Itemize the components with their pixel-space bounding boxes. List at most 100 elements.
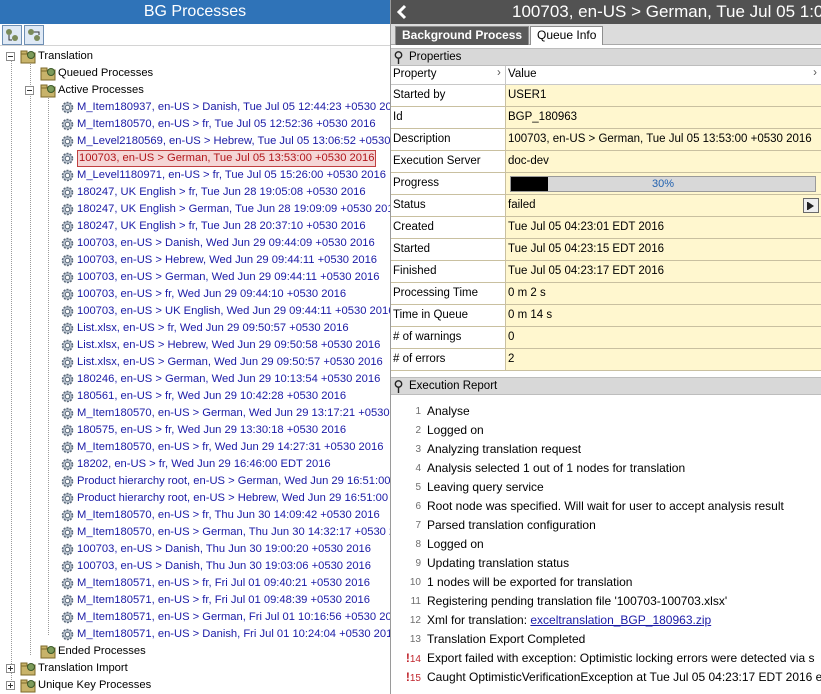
collapse-toggle-icon[interactable]	[25, 86, 34, 95]
tree-label-ended: Ended Processes	[58, 645, 146, 657]
properties-header[interactable]: Properties	[391, 48, 821, 66]
collapse-tree-icon	[28, 29, 40, 41]
properties-section: Properties Property › Value › Started by…	[391, 48, 821, 371]
property-row: Finished Tue Jul 05 04:23:17 EDT 2016	[391, 261, 821, 283]
tab-background-process[interactable]: Background Process	[395, 26, 530, 45]
progress-percent: 30%	[651, 178, 675, 190]
back-button[interactable]	[393, 0, 411, 24]
process-item[interactable]: 100703, en-US > Danish, Thu Jun 30 19:00…	[0, 541, 390, 558]
property-value-text: 0 m 2 s	[508, 287, 546, 299]
process-item[interactable]: M_Item180570, en-US > fr, Wed Jun 29 14:…	[0, 439, 390, 456]
process-item[interactable]: List.xlsx, en-US > German, Wed Jun 29 09…	[0, 354, 390, 371]
process-item[interactable]: Product hierarchy root, en-US > Hebrew, …	[0, 490, 390, 507]
process-item[interactable]: M_Level1180971, en-US > fr, Tue Jul 05 1…	[0, 167, 390, 184]
process-label: 180246, en-US > German, Wed Jun 29 10:13…	[77, 373, 381, 385]
process-gear-icon	[60, 559, 75, 574]
error-marker-icon: !	[405, 670, 410, 684]
process-folder-icon	[40, 83, 56, 98]
process-item[interactable]: List.xlsx, en-US > fr, Wed Jun 29 09:50:…	[0, 320, 390, 337]
process-item[interactable]: 100703, en-US > Danish, Wed Jun 29 09:44…	[0, 235, 390, 252]
process-item[interactable]: 180247, UK English > fr, Tue Jun 28 20:3…	[0, 218, 390, 235]
column-property[interactable]: Property	[393, 68, 436, 80]
property-row: # of errors 2	[391, 349, 821, 371]
process-gear-icon	[60, 372, 75, 387]
process-label: M_Item180571, en-US > fr, Fri Jul 01 09:…	[77, 577, 370, 589]
detail-title: 100703, en-US > German, Tue Jul 05 1:01	[512, 2, 821, 21]
process-label: 100703, en-US > Danish, Thu Jun 30 19:00…	[77, 543, 372, 555]
property-value-text: 2	[508, 353, 515, 365]
process-item[interactable]: List.xlsx, en-US > Hebrew, Wed Jun 29 09…	[0, 337, 390, 354]
process-item[interactable]: M_Level2180569, en-US > Hebrew, Tue Jul …	[0, 133, 390, 150]
process-item[interactable]: 180246, en-US > German, Wed Jun 29 10:13…	[0, 371, 390, 388]
process-item[interactable]: Product hierarchy root, en-US > German, …	[0, 473, 390, 490]
report-link[interactable]: exceltranslation_BGP_180963.zip	[530, 613, 711, 627]
process-item[interactable]: M_Item180571, en-US > German, Fri Jul 01…	[0, 609, 390, 626]
execution-report-header[interactable]: Execution Report	[391, 377, 821, 395]
process-item[interactable]: M_Item180937, en-US > Danish, Tue Jul 05…	[0, 99, 390, 116]
property-value: failed	[506, 195, 821, 216]
property-row: Started by USER1	[391, 85, 821, 107]
process-item[interactable]: 180247, UK English > fr, Tue Jun 28 19:0…	[0, 184, 390, 201]
process-item[interactable]: M_Item180570, en-US > fr, Thu Jun 30 14:…	[0, 507, 390, 524]
process-label: M_Item180571, en-US > fr, Fri Jul 01 09:…	[77, 594, 370, 606]
property-value-text: 0 m 14 s	[508, 309, 553, 321]
process-item[interactable]: 180561, en-US > fr, Wed Jun 29 10:42:28 …	[0, 388, 390, 405]
property-row: Started Tue Jul 05 04:23:15 EDT 2016	[391, 239, 821, 261]
line-number: 9	[415, 558, 421, 569]
expand-toggle-icon[interactable]	[6, 664, 15, 673]
process-label: 100703, en-US > fr, Wed Jun 29 09:44:10 …	[77, 288, 347, 300]
line-number: 3	[415, 444, 421, 455]
line-number: 13	[409, 634, 421, 645]
pin-icon	[394, 380, 403, 393]
process-gear-icon	[60, 168, 75, 183]
expand-tree-button[interactable]	[2, 25, 22, 45]
tree-toolbar	[0, 24, 390, 46]
report-text: Translation Export Completed	[427, 632, 586, 646]
process-item-selected[interactable]: 100703, en-US > German, Tue Jul 05 13:53…	[0, 150, 390, 167]
process-gear-icon	[60, 389, 75, 404]
column-value[interactable]: Value	[508, 68, 537, 80]
process-item[interactable]: 180247, UK English > German, Tue Jun 28 …	[0, 201, 390, 218]
property-value: BGP_180963	[506, 107, 821, 128]
process-item[interactable]: M_Item180570, en-US > German, Thu Jun 30…	[0, 524, 390, 541]
process-item[interactable]: M_Item180571, en-US > fr, Fri Jul 01 09:…	[0, 592, 390, 609]
process-item[interactable]: 100703, en-US > Danish, Thu Jun 30 19:03…	[0, 558, 390, 575]
process-item[interactable]: 100703, en-US > fr, Wed Jun 29 09:44:10 …	[0, 286, 390, 303]
tree-node-active-processes[interactable]: Active Processes	[0, 82, 390, 99]
process-item[interactable]: M_Item180570, en-US > German, Wed Jun 29…	[0, 405, 390, 422]
process-label: 100703, en-US > Hebrew, Wed Jun 29 09:44…	[77, 254, 378, 266]
collapse-toggle-icon[interactable]	[6, 52, 15, 61]
process-item[interactable]: M_Item180570, en-US > fr, Tue Jul 05 12:…	[0, 116, 390, 133]
property-key: # of warnings	[391, 327, 506, 348]
process-gear-icon	[60, 219, 75, 234]
tree-node-ended-processes[interactable]: Ended Processes	[0, 643, 390, 660]
property-key: Execution Server	[391, 151, 506, 172]
status-details-button[interactable]	[803, 198, 819, 213]
tree-node-translation[interactable]: Translation	[0, 48, 390, 65]
property-value: Tue Jul 05 04:23:01 EDT 2016	[506, 217, 821, 238]
tree-node-translation-import[interactable]: Translation Import	[0, 660, 390, 677]
process-item[interactable]: 180575, en-US > fr, Wed Jun 29 13:30:18 …	[0, 422, 390, 439]
process-label: 180247, UK English > German, Tue Jun 28 …	[77, 203, 391, 215]
property-value-text: doc-dev	[508, 155, 549, 167]
process-item[interactable]: 100703, en-US > UK English, Wed Jun 29 0…	[0, 303, 390, 320]
collapse-tree-button[interactable]	[24, 25, 44, 45]
process-item[interactable]: 100703, en-US > German, Wed Jun 29 09:44…	[0, 269, 390, 286]
property-key: Time in Queue	[391, 305, 506, 326]
tree-node-unique-key-processes[interactable]: Unique Key Processes	[0, 677, 390, 694]
process-label: List.xlsx, en-US > German, Wed Jun 29 09…	[77, 356, 383, 368]
process-item[interactable]: 100703, en-US > Hebrew, Wed Jun 29 09:44…	[0, 252, 390, 269]
process-label: 180575, en-US > fr, Wed Jun 29 13:30:18 …	[77, 424, 347, 436]
tree-label-queued: Queued Processes	[58, 67, 154, 79]
tree-node-queued-processes[interactable]: Queued Processes	[0, 65, 390, 82]
tree-label-translation: Translation	[38, 50, 93, 62]
process-item[interactable]: M_Item180571, en-US > Danish, Fri Jul 01…	[0, 626, 390, 643]
process-item[interactable]: 18202, en-US > fr, Wed Jun 29 16:46:00 E…	[0, 456, 390, 473]
process-item[interactable]: M_Item180571, en-US > fr, Fri Jul 01 09:…	[0, 575, 390, 592]
column-divider[interactable]	[505, 66, 506, 85]
expand-toggle-icon[interactable]	[6, 681, 15, 690]
process-label: M_Item180571, en-US > German, Fri Jul 01…	[77, 611, 391, 623]
tab-queue-info[interactable]: Queue Info	[530, 26, 604, 45]
process-gear-icon	[60, 525, 75, 540]
line-number: !14	[405, 651, 421, 665]
